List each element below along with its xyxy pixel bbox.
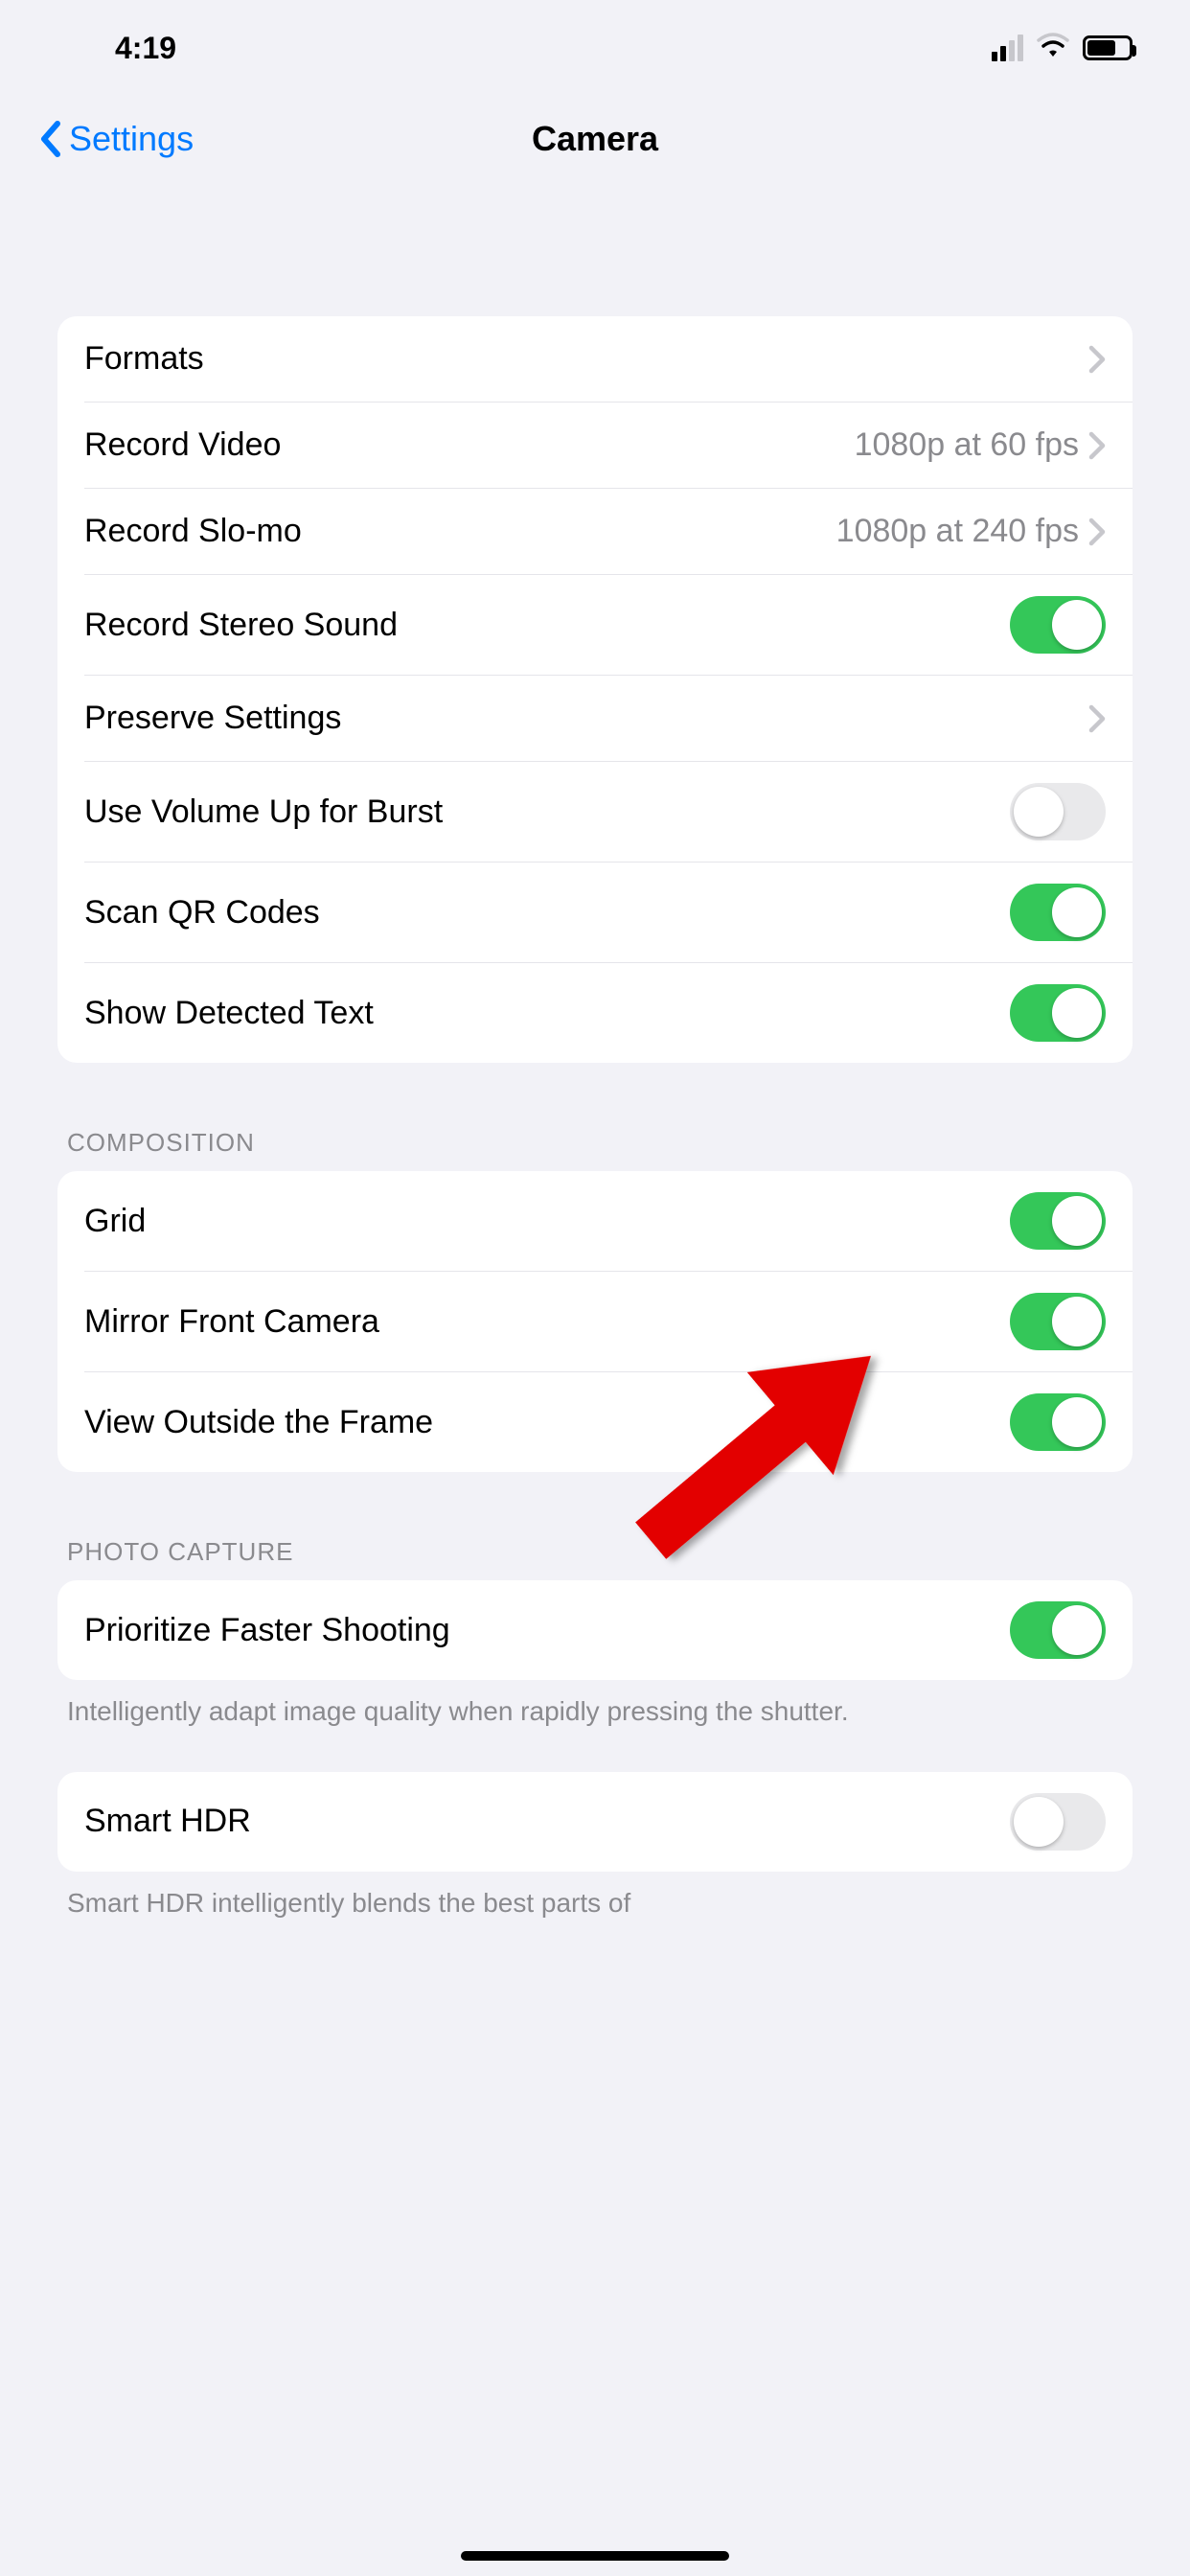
row-show-detected-text: Show Detected Text <box>84 963 1133 1063</box>
row-scan-qr: Scan QR Codes <box>84 862 1133 963</box>
row-faster-shooting: Prioritize Faster Shooting <box>84 1580 1133 1680</box>
chevron-right-icon <box>1088 518 1106 546</box>
row-record-slomo-label: Record Slo-mo <box>84 513 836 550</box>
row-preserve-settings-label: Preserve Settings <box>84 700 1088 737</box>
settings-group-faster-shooting: Prioritize Faster Shooting <box>57 1580 1133 1680</box>
toggle-show-detected-text[interactable] <box>1010 984 1106 1042</box>
chevron-right-icon <box>1088 704 1106 733</box>
back-button[interactable]: Settings <box>38 119 194 159</box>
footer-faster-shooting: Intelligently adapt image quality when r… <box>57 1680 1133 1730</box>
toggle-scan-qr[interactable] <box>1010 884 1106 941</box>
settings-group-main: Formats Record Video 1080p at 60 fps Rec… <box>57 316 1133 1063</box>
toggle-faster-shooting[interactable] <box>1010 1601 1106 1659</box>
row-grid: Grid <box>84 1171 1133 1272</box>
row-record-video-label: Record Video <box>84 426 855 464</box>
toggle-smart-hdr[interactable] <box>1010 1793 1106 1851</box>
toggle-volume-burst[interactable] <box>1010 783 1106 840</box>
row-mirror-front: Mirror Front Camera <box>84 1272 1133 1372</box>
toggle-grid[interactable] <box>1010 1192 1106 1250</box>
back-label: Settings <box>69 119 194 159</box>
row-mirror-front-label: Mirror Front Camera <box>84 1303 1010 1341</box>
row-view-outside-frame: View Outside the Frame <box>84 1372 1133 1472</box>
row-formats-label: Formats <box>84 340 1088 378</box>
wifi-icon <box>1037 33 1069 63</box>
settings-group-composition: Grid Mirror Front Camera View Outside th… <box>57 1171 1133 1472</box>
chevron-right-icon <box>1088 431 1106 460</box>
row-record-slomo-detail: 1080p at 240 fps <box>836 513 1079 550</box>
row-stereo-sound: Record Stereo Sound <box>84 575 1133 676</box>
cellular-icon <box>992 34 1023 61</box>
toggle-mirror-front[interactable] <box>1010 1293 1106 1350</box>
row-record-video[interactable]: Record Video 1080p at 60 fps <box>84 402 1133 489</box>
row-formats[interactable]: Formats <box>84 316 1133 402</box>
battery-icon <box>1083 35 1133 60</box>
toggle-stereo-sound[interactable] <box>1010 596 1106 654</box>
chevron-right-icon <box>1088 345 1106 374</box>
row-smart-hdr-label: Smart HDR <box>84 1803 1010 1840</box>
row-stereo-sound-label: Record Stereo Sound <box>84 607 1010 644</box>
navigation-bar: Settings Camera <box>0 96 1190 182</box>
toggle-view-outside-frame[interactable] <box>1010 1393 1106 1451</box>
row-preserve-settings[interactable]: Preserve Settings <box>84 676 1133 762</box>
row-grid-label: Grid <box>84 1203 1010 1240</box>
statusbar-time: 4:19 <box>115 31 176 66</box>
row-record-slomo[interactable]: Record Slo-mo 1080p at 240 fps <box>84 489 1133 575</box>
chevron-left-icon <box>38 120 63 158</box>
row-scan-qr-label: Scan QR Codes <box>84 894 1010 932</box>
row-volume-burst: Use Volume Up for Burst <box>84 762 1133 862</box>
row-show-detected-text-label: Show Detected Text <box>84 995 1010 1032</box>
row-volume-burst-label: Use Volume Up for Burst <box>84 794 1010 831</box>
footer-smart-hdr: Smart HDR intelligently blends the best … <box>57 1872 1133 1921</box>
row-smart-hdr: Smart HDR <box>84 1772 1133 1872</box>
row-record-video-detail: 1080p at 60 fps <box>855 426 1079 464</box>
group-header-composition: COMPOSITION <box>57 1128 1133 1171</box>
settings-group-smart-hdr: Smart HDR <box>57 1772 1133 1872</box>
home-indicator <box>461 2551 729 2561</box>
status-bar: 4:19 <box>0 0 1190 96</box>
group-header-photo-capture: PHOTO CAPTURE <box>57 1537 1133 1580</box>
row-view-outside-frame-label: View Outside the Frame <box>84 1404 1010 1441</box>
status-right <box>992 33 1133 63</box>
row-faster-shooting-label: Prioritize Faster Shooting <box>84 1612 1010 1649</box>
